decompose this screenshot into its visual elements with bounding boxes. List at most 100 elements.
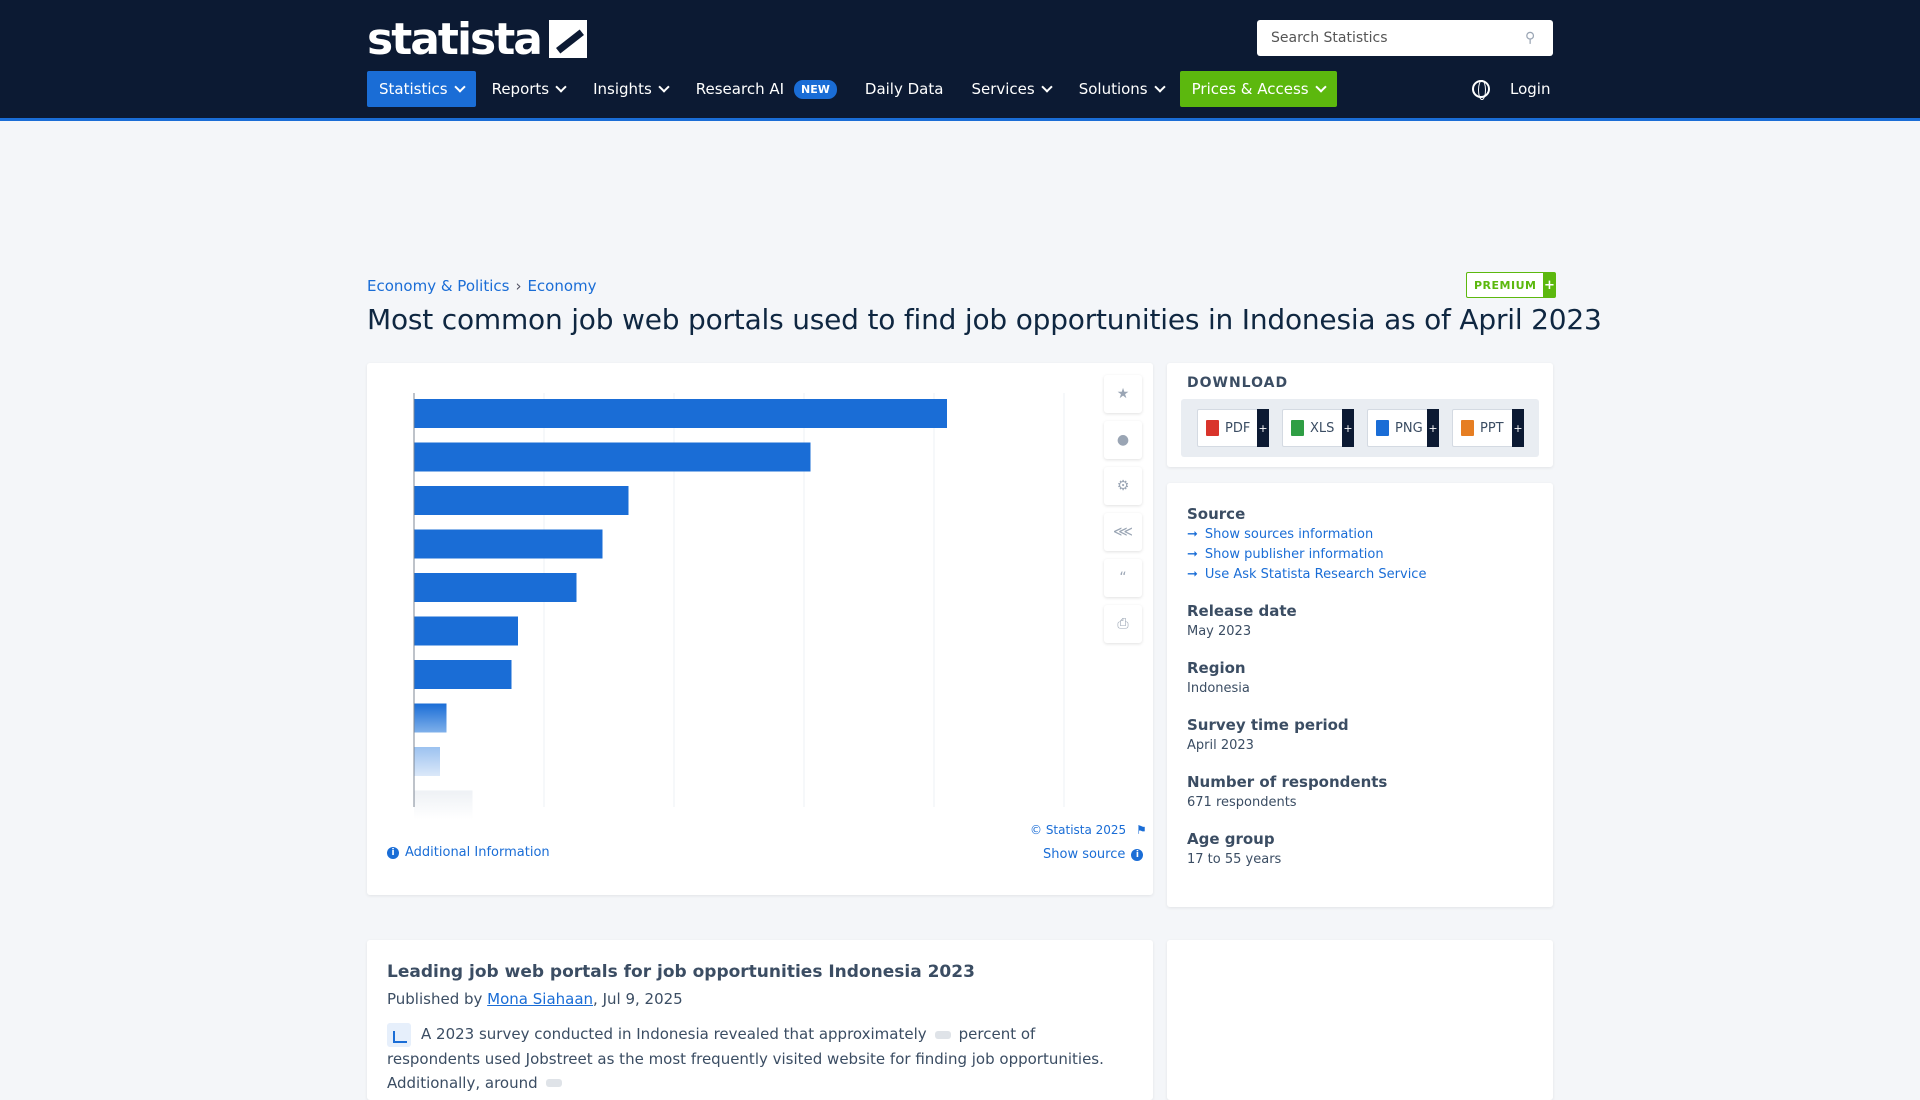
download-buttons: PDF + XLS + PNG + PPT + (1181, 399, 1539, 457)
hidden-value (934, 1030, 951, 1039)
logo-mark-icon (548, 20, 587, 58)
chevron-down-icon (658, 81, 670, 93)
star-icon[interactable]: ★ (1104, 375, 1142, 413)
logo-text: statista (367, 13, 543, 65)
link-label: Use Ask Statista Research Service (1204, 567, 1427, 582)
link-label: Show publisher information (1204, 547, 1384, 562)
chart-toolbar: ★ ● ⚙ ⋘ “ ⎙ (1104, 375, 1142, 651)
download-card: DOWNLOAD PDF + XLS + PNG + PPT + (1167, 363, 1553, 467)
quote-icon[interactable]: “ (1104, 559, 1142, 597)
nav-label: Prices & Access (1191, 80, 1309, 98)
article-body: A 2023 survey conducted in Indonesia rev… (387, 1022, 1133, 1095)
nav-reports[interactable]: Reports (480, 71, 578, 107)
premium-badge[interactable]: PREMIUM + (1466, 272, 1557, 298)
hidden-value (545, 1079, 562, 1087)
bell-icon[interactable]: ● (1104, 421, 1142, 459)
nav-label: Insights (593, 80, 652, 98)
article-date: , Jul 9, 2025 (593, 990, 683, 1008)
site-header: statista Search Statistics ⚲ Statistics … (0, 0, 1920, 121)
article-byline: Published by Mona Siahaan, Jul 9, 2025 (387, 990, 1133, 1008)
region-heading: Region (1187, 659, 1246, 677)
author-link[interactable]: Mona Siahaan (487, 990, 593, 1008)
flag-icon: ⚑ (1136, 823, 1147, 837)
age-group-value: 17 to 55 years (1187, 852, 1282, 867)
bar[interactable] (414, 399, 947, 428)
ppt-file-icon (1461, 420, 1474, 436)
bar[interactable] (414, 616, 518, 646)
nav-right: Login (1472, 71, 1550, 107)
chevron-down-icon (453, 81, 466, 93)
share-icon[interactable]: ⋘ (1104, 513, 1142, 551)
breadcrumb-economy[interactable]: Economy (527, 277, 596, 295)
show-publisher-link[interactable]: ➞ Show publisher information (1187, 547, 1533, 562)
byline-prefix: Published by (387, 990, 483, 1008)
nav-daily-data[interactable]: Daily Data (853, 71, 956, 107)
search-icon[interactable]: ⚲ (1525, 31, 1539, 45)
main-nav: Statistics Reports Insights Research AI N… (367, 71, 1341, 107)
survey-period-heading: Survey time period (1187, 716, 1349, 734)
page-title: Most common job web portals used to find… (367, 303, 1602, 336)
region-value: Indonesia (1187, 681, 1250, 696)
search-input[interactable]: Search Statistics ⚲ (1257, 20, 1553, 56)
nav-solutions[interactable]: Solutions (1067, 71, 1176, 107)
bar-chart (413, 393, 1065, 820)
nav-label: Research AI (695, 80, 785, 98)
format-label: PPT (1480, 420, 1504, 436)
plus-icon: + (1543, 273, 1556, 297)
nav-statistics[interactable]: Statistics (367, 71, 476, 107)
print-icon[interactable]: ⎙ (1104, 605, 1142, 643)
article-title: Leading job web portals for job opportun… (387, 962, 975, 982)
bar[interactable] (414, 703, 447, 733)
chevron-down-icon (1314, 81, 1327, 93)
nav-prices-access[interactable]: Prices & Access (1179, 71, 1337, 107)
arrow-right-icon: ➞ (1187, 547, 1198, 562)
format-label: PDF (1225, 420, 1251, 436)
plus-icon: + (1427, 409, 1439, 447)
copyright-text: © Statista 2025 (1030, 823, 1127, 837)
chart-card: ★ ● ⚙ ⋘ “ ⎙ © Statista 2025 ⚑ i Addition… (367, 363, 1153, 895)
bar[interactable] (414, 790, 473, 820)
new-badge: NEW (794, 79, 837, 99)
age-group-heading: Age group (1187, 830, 1275, 848)
nav-label: Daily Data (864, 80, 944, 98)
xls-file-icon (1291, 420, 1304, 436)
show-sources-link[interactable]: ➞ Show sources information (1187, 527, 1533, 542)
chevron-down-icon (1041, 81, 1053, 93)
download-pdf-button[interactable]: PDF + (1197, 409, 1269, 447)
additional-information-link[interactable]: i Additional Information (387, 845, 550, 860)
statista-logo[interactable]: statista (367, 13, 587, 65)
nav-insights[interactable]: Insights (581, 71, 680, 107)
bar[interactable] (414, 573, 577, 602)
download-png-button[interactable]: PNG + (1367, 409, 1439, 447)
download-ppt-button[interactable]: PPT + (1452, 409, 1524, 447)
article-card: Leading job web portals for job opportun… (367, 940, 1153, 1100)
release-date-heading: Release date (1187, 602, 1297, 620)
ask-statista-link[interactable]: ➞ Use Ask Statista Research Service (1187, 567, 1533, 582)
show-source-link[interactable]: Show source i (1043, 847, 1149, 862)
download-xls-button[interactable]: XLS + (1282, 409, 1354, 447)
respondents-heading: Number of respondents (1187, 773, 1388, 791)
bar[interactable] (414, 747, 440, 776)
nav-research-ai[interactable]: Research AI NEW (684, 71, 849, 107)
copyright-link[interactable]: © Statista 2025 ⚑ (1030, 823, 1147, 837)
breadcrumb-economy-politics[interactable]: Economy & Politics (367, 277, 509, 295)
source-heading: Source (1187, 505, 1246, 523)
search-placeholder: Search Statistics (1271, 30, 1388, 46)
bar[interactable] (414, 660, 512, 689)
arrow-right-icon: ➞ (1187, 527, 1198, 542)
gear-icon[interactable]: ⚙ (1104, 467, 1142, 505)
globe-icon[interactable] (1472, 80, 1490, 100)
respondents-value: 671 respondents (1187, 795, 1297, 810)
bar[interactable] (414, 442, 811, 472)
login-link[interactable]: Login (1510, 80, 1550, 98)
bar[interactable] (414, 529, 603, 559)
nav-label: Statistics (379, 80, 448, 98)
nav-label: Reports (491, 80, 550, 98)
breadcrumb-separator: › (515, 277, 522, 295)
bar[interactable] (414, 486, 629, 515)
nav-label: Solutions (1078, 80, 1148, 98)
nav-services[interactable]: Services (959, 71, 1062, 107)
chevron-down-icon (555, 81, 567, 93)
article-text: A 2023 survey conducted in Indonesia rev… (421, 1025, 927, 1043)
additional-info-label: Additional Information (405, 845, 550, 860)
